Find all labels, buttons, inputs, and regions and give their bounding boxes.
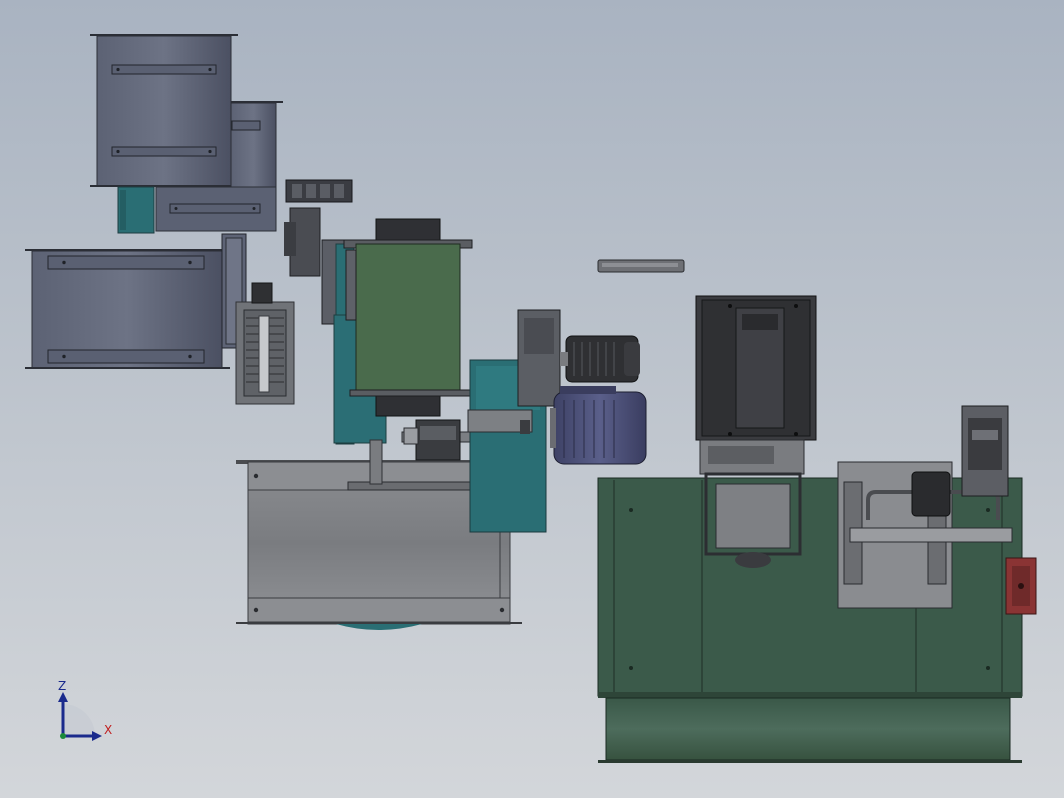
coordinate-triad: Z X xyxy=(58,679,112,741)
z-axis-label: Z xyxy=(58,679,66,693)
small-fan-right[interactable] xyxy=(961,405,1009,497)
x-axis-label: X xyxy=(104,723,112,737)
duct-box-lower[interactable] xyxy=(25,233,247,369)
teal-fan-box[interactable] xyxy=(467,309,561,533)
fan-support-frame[interactable] xyxy=(704,472,802,568)
green-fan-housing[interactable] xyxy=(321,218,475,445)
cad-viewport[interactable]: Z X xyxy=(0,0,1064,798)
green-base-enclosure[interactable] xyxy=(597,477,1023,763)
duct-box-upper[interactable] xyxy=(90,34,238,187)
loose-shaft[interactable] xyxy=(597,259,685,273)
y-axis-dot xyxy=(60,733,66,739)
motor-lower[interactable] xyxy=(550,386,647,465)
triad-plane xyxy=(63,704,95,736)
assembly-drawing[interactable]: Z X xyxy=(0,0,1064,798)
coupling-shaft[interactable] xyxy=(401,419,473,461)
large-fan-housing[interactable] xyxy=(695,295,817,475)
motor-upper[interactable] xyxy=(560,335,640,383)
red-junction-box[interactable] xyxy=(1005,557,1037,615)
